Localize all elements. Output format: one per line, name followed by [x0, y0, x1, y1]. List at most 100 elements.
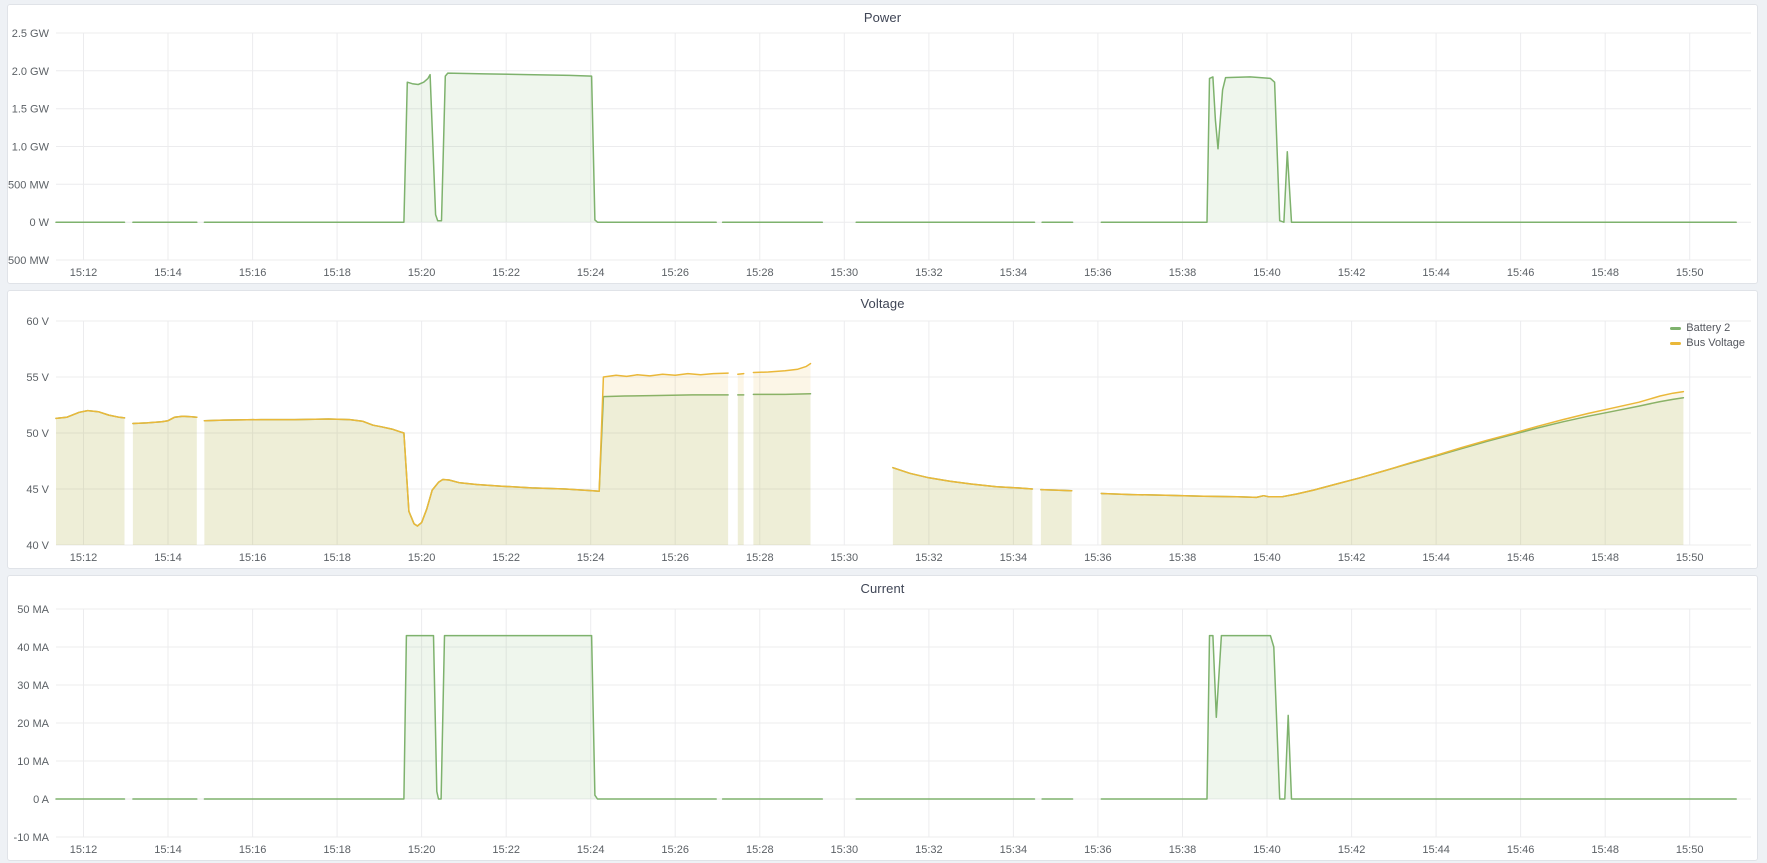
bus-voltage-area-fill — [893, 468, 1033, 545]
x-axis-tick-label: 15:42 — [1338, 267, 1366, 279]
x-axis-tick-label: 15:26 — [661, 267, 689, 279]
x-axis-tick-label: 15:44 — [1422, 844, 1450, 856]
x-axis-tick-label: 15:36 — [1084, 844, 1112, 856]
x-axis-tick-label: 15:42 — [1338, 844, 1366, 856]
x-axis-tick-label: 15:20 — [408, 267, 436, 279]
x-axis-tick-label: 15:32 — [915, 552, 943, 564]
x-axis-tick-label: 15:28 — [746, 844, 774, 856]
y-axis-tick-label: 10 MA — [17, 756, 49, 768]
x-axis-tick-label: 15:34 — [1000, 844, 1028, 856]
power-chart-plot[interactable]: 2.5 GW 2.0 GW 1.5 GW 1.0 GW 500 MW 0 W -500 MW… — [8, 5, 1757, 283]
x-axis-tick-label: 15:14 — [154, 267, 182, 279]
x-axis-tick-label: 15:48 — [1591, 267, 1619, 279]
x-axis-tick-label: 15:30 — [831, 844, 859, 856]
x-axis-tick-label: 15:16 — [239, 844, 267, 856]
battery-2-series-swatch — [1670, 327, 1681, 330]
x-axis-tick-label: 15:40 — [1253, 552, 1281, 564]
x-axis-tick-label: 15:40 — [1253, 844, 1281, 856]
x-axis-tick-label: 15:14 — [154, 844, 182, 856]
x-axis-tick-label: 15:20 — [408, 552, 436, 564]
x-axis-tick-label: 15:36 — [1084, 552, 1112, 564]
power-gw-area-fill — [204, 73, 716, 222]
y-axis-tick-label: -500 MW — [8, 255, 50, 267]
x-axis-tick-label: 15:26 — [661, 844, 689, 856]
legend-item-bus-voltage[interactable]: Bus Voltage — [1670, 336, 1745, 351]
x-axis-tick-label: 15:44 — [1422, 552, 1450, 564]
y-axis-tick-label: 1.5 GW — [12, 104, 50, 116]
x-axis-tick-label: 15:24 — [577, 844, 605, 856]
legend-label-battery-2[interactable]: Battery 2 — [1686, 321, 1730, 336]
voltage-panel: Voltage 60 V55 V50 V45 V40 V15:1215:1415… — [7, 290, 1758, 569]
bus-voltage-series-swatch — [1670, 342, 1681, 345]
current-panel-title[interactable]: Current — [8, 581, 1757, 596]
y-axis-tick-label: 2.0 GW — [12, 66, 50, 78]
x-axis-tick-label: 15:20 — [408, 844, 436, 856]
power-panel-title[interactable]: Power — [8, 10, 1757, 25]
y-axis-tick-label: 50 V — [26, 428, 49, 440]
x-axis-tick-label: 15:18 — [323, 844, 351, 856]
x-axis-tick-label: 15:22 — [492, 552, 520, 564]
y-axis-tick-label: 2.5 GW — [12, 28, 50, 40]
y-axis-tick-label: 55 V — [26, 372, 49, 384]
bus-voltage-area-fill — [753, 364, 810, 545]
y-axis-tick-label: 45 V — [26, 484, 49, 496]
current-ma-area-fill — [204, 636, 716, 799]
x-axis-tick-label: 15:48 — [1591, 844, 1619, 856]
y-axis-tick-label: 20 MA — [17, 718, 49, 730]
bus-voltage-area-fill — [204, 373, 728, 545]
bus-voltage-area-fill — [1041, 490, 1072, 545]
x-axis-tick-label: 15:18 — [323, 552, 351, 564]
x-axis-tick-label: 15:50 — [1676, 844, 1704, 856]
x-axis-tick-label: 15:30 — [831, 552, 859, 564]
x-axis-tick-label: 15:22 — [492, 267, 520, 279]
y-axis-tick-label: 500 MW — [8, 179, 50, 191]
voltage-chart-plot[interactable]: 60 V55 V50 V45 V40 V15:1215:1415:1615:18… — [8, 291, 1757, 568]
x-axis-tick-label: 15:12 — [70, 267, 98, 279]
y-axis-tick-label: -10 MA — [14, 832, 50, 844]
legend-item-battery-2[interactable]: Battery 2 — [1670, 321, 1745, 336]
x-axis-tick-label: 15:18 — [323, 267, 351, 279]
x-axis-tick-label: 15:24 — [577, 267, 605, 279]
x-axis-tick-label: 15:32 — [915, 267, 943, 279]
x-axis-tick-label: 15:28 — [746, 267, 774, 279]
x-axis-tick-label: 15:42 — [1338, 552, 1366, 564]
x-axis-tick-label: 15:46 — [1507, 844, 1535, 856]
x-axis-tick-label: 15:16 — [239, 267, 267, 279]
x-axis-tick-label: 15:46 — [1507, 552, 1535, 564]
x-axis-tick-label: 15:46 — [1507, 267, 1535, 279]
current-chart-plot[interactable]: 50 MA40 MA30 MA20 MA10 MA0 A-10 MA15:121… — [8, 576, 1757, 860]
x-axis-tick-label: 15:34 — [1000, 267, 1028, 279]
y-axis-tick-label: 0 W — [29, 217, 49, 229]
power-gw-area-fill — [1101, 77, 1736, 222]
y-axis-tick-label: 50 MA — [17, 604, 49, 616]
bus-voltage-area-fill — [133, 416, 197, 545]
x-axis-tick-label: 15:26 — [661, 552, 689, 564]
x-axis-tick-label: 15:50 — [1676, 267, 1704, 279]
x-axis-tick-label: 15:12 — [70, 552, 98, 564]
x-axis-tick-label: 15:14 — [154, 552, 182, 564]
power-panel: Power 2.5 GW 2.0 GW 1.5 GW 1.0 GW 500 MW 0 W -… — [7, 4, 1758, 284]
current-panel: Current 50 MA40 MA30 MA20 MA10 MA0 A-10 … — [7, 575, 1758, 861]
y-axis-tick-label: 30 MA — [17, 680, 49, 692]
bus-voltage-area-fill — [738, 374, 744, 545]
y-axis-tick-label: 60 V — [26, 316, 49, 328]
power-gw-line — [1101, 77, 1736, 222]
voltage-legend: Battery 2 Bus Voltage — [1670, 321, 1745, 351]
current-ma-line — [1101, 636, 1736, 799]
current-ma-area-fill — [1101, 636, 1736, 799]
x-axis-tick-label: 15:50 — [1676, 552, 1704, 564]
x-axis-tick-label: 15:40 — [1253, 267, 1281, 279]
x-axis-tick-label: 15:48 — [1591, 552, 1619, 564]
voltage-panel-title[interactable]: Voltage — [8, 296, 1757, 311]
x-axis-tick-label: 15:12 — [70, 844, 98, 856]
x-axis-tick-label: 15:38 — [1169, 267, 1197, 279]
x-axis-tick-label: 15:32 — [915, 844, 943, 856]
x-axis-tick-label: 15:28 — [746, 552, 774, 564]
legend-label-bus-voltage[interactable]: Bus Voltage — [1686, 336, 1745, 351]
x-axis-tick-label: 15:30 — [831, 267, 859, 279]
y-axis-tick-label: 0 A — [33, 794, 50, 806]
x-axis-tick-label: 15:44 — [1422, 267, 1450, 279]
bus-voltage-line — [738, 374, 744, 375]
x-axis-tick-label: 15:38 — [1169, 552, 1197, 564]
y-axis-tick-label: 1.0 GW — [12, 142, 50, 154]
